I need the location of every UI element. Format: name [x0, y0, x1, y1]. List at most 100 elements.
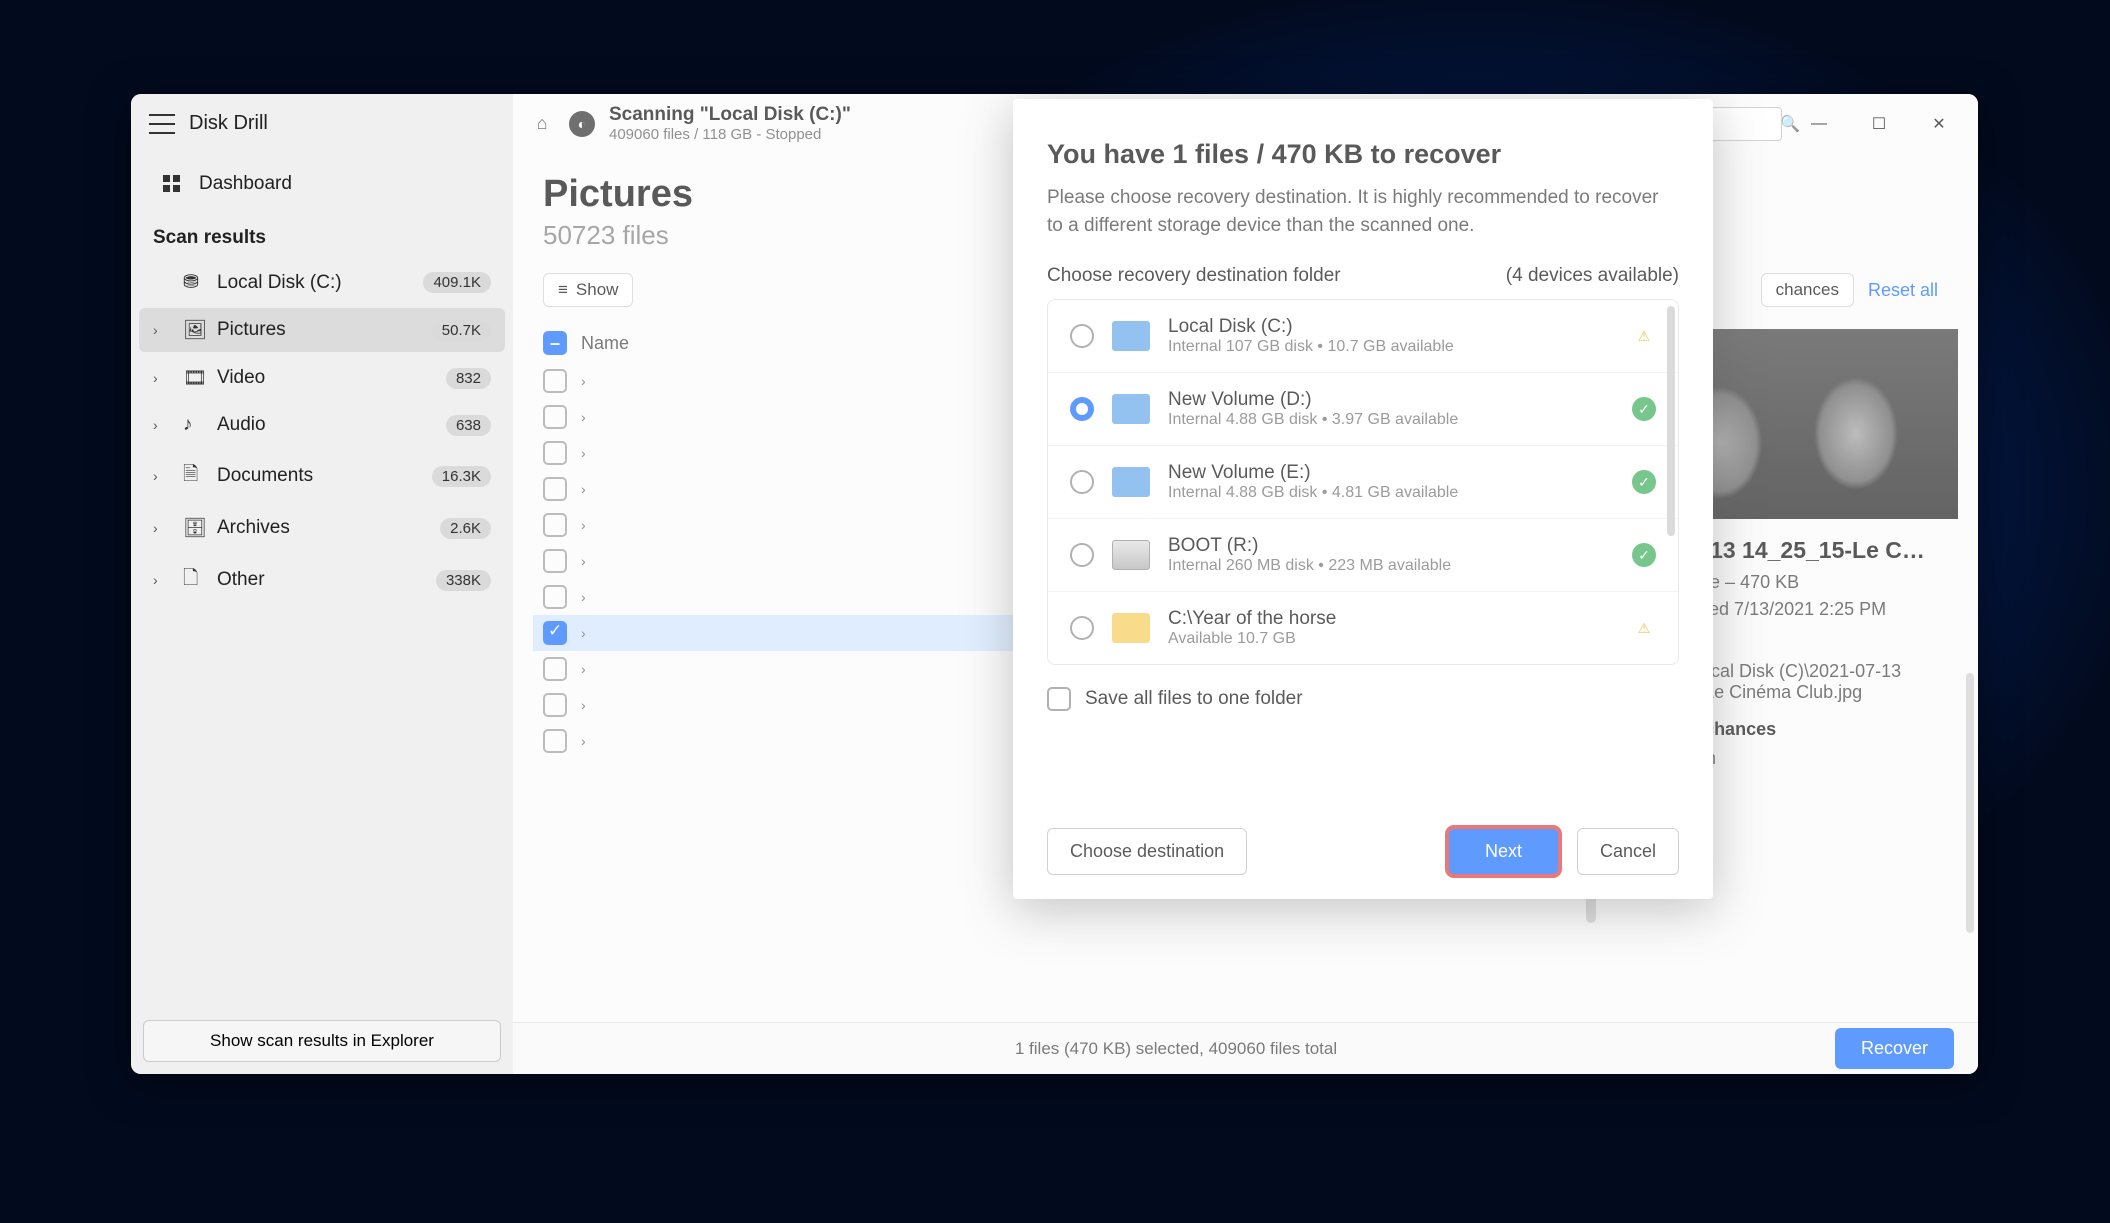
radio-button[interactable] — [1070, 543, 1094, 567]
filter-label: Show — [576, 280, 619, 300]
count-badge: 338K — [436, 570, 491, 591]
row-checkbox[interactable] — [543, 405, 567, 429]
row-checkbox[interactable] — [543, 513, 567, 537]
destination-name: New Volume (D:) — [1168, 389, 1614, 411]
audio-icon: ♪ — [183, 414, 205, 436]
menu-icon[interactable] — [149, 114, 175, 134]
disk-icon — [1112, 394, 1150, 424]
maximize-icon[interactable]: ☐ — [1856, 107, 1902, 141]
sidebar-item-dashboard[interactable]: Dashboard — [131, 161, 513, 207]
home-icon[interactable]: ⌂ — [529, 111, 555, 137]
reset-all-link[interactable]: Reset all — [1868, 280, 1938, 301]
chevron-right-icon: › — [153, 322, 171, 338]
sidebar-item-label: Archives — [217, 517, 428, 539]
status-text: 1 files (470 KB) selected, 409060 files … — [1015, 1039, 1337, 1059]
radio-button[interactable] — [1070, 324, 1094, 348]
destination-option[interactable]: New Volume (E:)Internal 4.88 GB disk • 4… — [1048, 446, 1678, 519]
back-icon[interactable]: ◐ — [569, 111, 595, 137]
destination-name: BOOT (R:) — [1168, 535, 1614, 557]
row-checkbox[interactable] — [543, 441, 567, 465]
destination-option[interactable]: C:\Year of the horseAvailable 10.7 GB⚠ — [1048, 592, 1678, 664]
close-icon[interactable]: ✕ — [1916, 107, 1962, 141]
scan-results-header: Scan results — [131, 207, 513, 259]
row-checkbox[interactable] — [543, 369, 567, 393]
destination-option[interactable]: Local Disk (C:)Internal 107 GB disk • 10… — [1048, 300, 1678, 373]
show-in-explorer-button[interactable]: Show scan results in Explorer — [143, 1020, 501, 1062]
chances-filter-button[interactable]: chances — [1761, 273, 1854, 307]
destination-name: New Volume (E:) — [1168, 462, 1614, 484]
sidebar-item-label: Video — [217, 367, 434, 389]
minimize-icon[interactable]: — — [1796, 107, 1842, 141]
sidebar-item-archives[interactable]: › 🗄 Archives 2.6K — [139, 506, 505, 550]
save-all-option[interactable]: Save all files to one folder — [1047, 687, 1679, 711]
chevron-right-icon: › — [153, 520, 171, 536]
next-button[interactable]: Next — [1448, 828, 1559, 875]
chevron-right-icon: › — [581, 661, 601, 677]
video-icon: 🎞 — [183, 366, 205, 390]
disk-icon — [1112, 321, 1150, 351]
chevron-right-icon: › — [153, 417, 171, 433]
destination-subtext: Internal 107 GB disk • 10.7 GB available — [1168, 338, 1614, 356]
row-checkbox[interactable] — [543, 549, 567, 573]
row-checkbox[interactable] — [543, 585, 567, 609]
modal-title: You have 1 files / 470 KB to recover — [1047, 139, 1679, 170]
destination-list: Local Disk (C:)Internal 107 GB disk • 10… — [1047, 299, 1679, 665]
destination-option[interactable]: BOOT (R:)Internal 260 MB disk • 223 MB a… — [1048, 519, 1678, 592]
sidebar-item-local-disk[interactable]: ⛃ Local Disk (C:) 409.1K — [139, 261, 505, 304]
row-checkbox[interactable] — [543, 621, 567, 645]
filter-label: chances — [1776, 280, 1839, 300]
count-badge: 638 — [446, 415, 491, 436]
save-all-label: Save all files to one folder — [1085, 688, 1303, 710]
select-all-checkbox[interactable]: – — [543, 331, 567, 355]
checkbox[interactable] — [1047, 687, 1071, 711]
scrollbar[interactable] — [1966, 673, 1974, 933]
modal-description: Please choose recovery destination. It i… — [1047, 184, 1679, 239]
radio-button[interactable] — [1070, 470, 1094, 494]
modal-choose-label: Choose recovery destination folder — [1047, 265, 1341, 287]
status-ok-icon: ✓ — [1632, 543, 1656, 567]
drive-icon — [1112, 540, 1150, 570]
row-checkbox[interactable] — [543, 477, 567, 501]
sidebar-item-label: Pictures — [217, 319, 420, 341]
row-checkbox[interactable] — [543, 693, 567, 717]
row-checkbox[interactable] — [543, 657, 567, 681]
destination-option[interactable]: New Volume (D:)Internal 4.88 GB disk • 3… — [1048, 373, 1678, 446]
cancel-button[interactable]: Cancel — [1577, 828, 1679, 875]
scan-title: Scanning "Local Disk (C:)" — [609, 104, 851, 126]
sidebar-item-label: Other — [217, 569, 424, 591]
radio-button[interactable] — [1070, 616, 1094, 640]
sidebar-item-audio[interactable]: › ♪ Audio 638 — [139, 404, 505, 446]
row-checkbox[interactable] — [543, 729, 567, 753]
chevron-right-icon: › — [581, 517, 601, 533]
chevron-right-icon: › — [581, 697, 601, 713]
status-warning-icon: ⚠ — [1632, 324, 1656, 348]
disk-icon: ⛃ — [183, 271, 205, 294]
app-name: Disk Drill — [189, 112, 268, 135]
destination-name: Local Disk (C:) — [1168, 316, 1614, 338]
sidebar-item-video[interactable]: › 🎞 Video 832 — [139, 356, 505, 400]
destination-name: C:\Year of the horse — [1168, 608, 1614, 630]
count-badge: 2.6K — [440, 518, 491, 539]
destination-subtext: Available 10.7 GB — [1168, 630, 1614, 648]
sidebar-item-label: Documents — [217, 465, 420, 487]
count-badge: 832 — [446, 368, 491, 389]
radio-button[interactable] — [1070, 397, 1094, 421]
chevron-right-icon: › — [581, 373, 601, 389]
chevron-right-icon: › — [153, 572, 171, 588]
chevron-right-icon: › — [153, 370, 171, 386]
show-filter-button[interactable]: ≡ Show — [543, 273, 633, 307]
choose-destination-button[interactable]: Choose destination — [1047, 828, 1247, 875]
sidebar-item-other[interactable]: › 🗋 Other 338K — [139, 554, 505, 606]
status-ok-icon: ✓ — [1632, 397, 1656, 421]
app-window: Disk Drill Dashboard Scan results ⛃ Loca… — [131, 94, 1978, 1074]
sidebar-item-pictures[interactable]: › 🖼 Pictures 50.7K — [139, 308, 505, 352]
pictures-icon: 🖼 — [183, 318, 205, 342]
filter-icon: ≡ — [558, 280, 568, 300]
scrollbar[interactable] — [1667, 306, 1675, 536]
destination-subtext: Internal 4.88 GB disk • 3.97 GB availabl… — [1168, 411, 1614, 429]
recover-button[interactable]: Recover — [1835, 1028, 1954, 1069]
sidebar-item-label: Dashboard — [199, 173, 292, 195]
archives-icon: 🗄 — [183, 516, 205, 540]
main-area: ⌂ ◐ Scanning "Local Disk (C:)" 409060 fi… — [513, 94, 1978, 1074]
sidebar-item-documents[interactable]: › 🗎 Documents 16.3K — [139, 450, 505, 502]
